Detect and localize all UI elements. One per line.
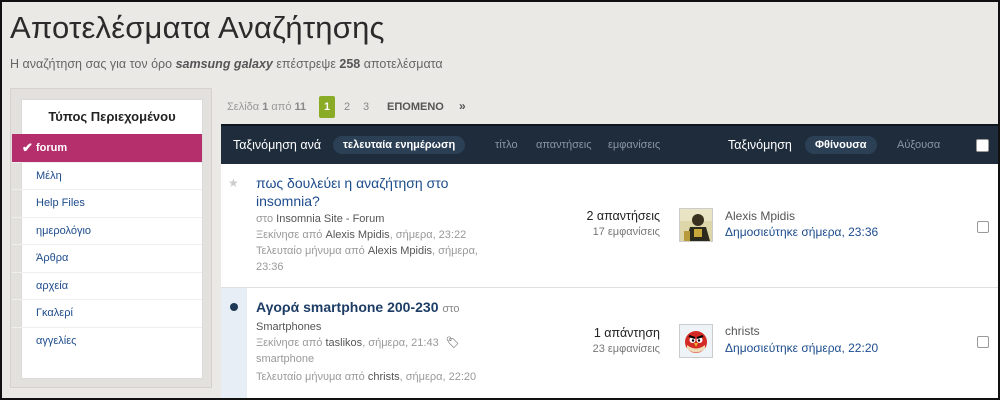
started-prefix: Ξεκίνησε από	[256, 337, 323, 349]
title-in: στο	[442, 303, 460, 315]
content-type-sidebar: Τύπος Περιεχομένου ✔ forum Μέλη Help Fil…	[10, 88, 212, 388]
sidebar-item-help-files[interactable]: Help Files	[12, 189, 202, 217]
topic-row: Αγορά smartphone 200-230 στο Smartphones…	[221, 288, 998, 398]
sidebar-item-label: αρχεία	[36, 279, 69, 292]
last-date-link[interactable]: Δημοσιεύτηκε σήμερα, 22:20	[725, 341, 878, 355]
topic-select-checkbox[interactable]	[977, 336, 989, 348]
select-all-checkbox[interactable]	[976, 139, 989, 152]
result-count: 258	[339, 57, 361, 71]
starter-link[interactable]: Alexis Mpidis	[326, 229, 390, 241]
last-time: , σήμερα,	[432, 245, 478, 257]
sidebar-header: Τύπος Περιεχομένου	[48, 109, 176, 124]
sidebar-item-members[interactable]: Μέλη	[12, 161, 202, 190]
page-1-current[interactable]: 1	[319, 96, 335, 118]
forum-link[interactable]: Smartphones	[256, 321, 321, 333]
started-prefix: Ξεκίνησε από	[256, 229, 323, 241]
sidebar-item-calendar[interactable]: ημερολόγιο	[12, 216, 202, 245]
page-2-link[interactable]: 2	[344, 101, 350, 113]
topic-select-checkbox[interactable]	[977, 221, 989, 233]
sidebar-item-files[interactable]: αρχεία	[12, 271, 202, 300]
forum-link[interactable]: Insomnia Site - Forum	[276, 213, 384, 225]
sidebar-item-label: Γκαλερί	[36, 307, 73, 319]
page-3-link[interactable]: 3	[363, 101, 369, 113]
order-label: Ταξινόμηση	[728, 138, 792, 152]
last-poster-link[interactable]: Alexis Mpidis	[368, 245, 432, 257]
order-descending[interactable]: Φθίνουσα	[805, 136, 877, 154]
reply-count: 1 απάντηση	[593, 326, 660, 340]
user-avatar-icon[interactable]	[679, 208, 713, 242]
topic-title-link[interactable]: Αγορά smartphone 200-230	[256, 299, 438, 315]
topic-started: Ξεκίνησε από taslikos, σήμερα, 21:43 🏷	[256, 336, 460, 350]
topic-title-link[interactable]: πως δουλεύει η αναζήτηση στο insomnia?	[256, 174, 496, 210]
page-info-total: 11	[294, 101, 307, 113]
summary-suffix: αποτελέσματα	[363, 57, 443, 71]
sort-last-update[interactable]: τελευταία ενημέρωση	[333, 136, 466, 154]
topic-started: Ξεκίνησε από Alexis Mpidis, σήμερα, 23:2…	[256, 228, 466, 242]
order-ascending[interactable]: Αύξουσα	[897, 139, 940, 151]
topic-list: ★ πως δουλεύει η αναζήτηση στο insomnia?…	[221, 164, 998, 398]
sidebar-item-label: ημερολόγιο	[36, 224, 92, 237]
topic-gutter: ★	[221, 164, 247, 287]
topic-last-post: Τελευταίο μήνυμα από Alexis Mpidis, σήμε…	[256, 244, 478, 258]
sidebar-item-label: forum	[36, 142, 68, 154]
content-type-box: Τύπος Περιεχομένου ✔ forum Μέλη Help Fil…	[12, 99, 203, 379]
unread-dot-icon[interactable]	[230, 303, 238, 311]
star-icon[interactable]: ★	[228, 176, 239, 190]
topic-forum: Smartphones	[256, 320, 321, 334]
page-info-current: 1	[262, 101, 269, 113]
last-prefix: Τελευταίο μήνυμα από	[256, 245, 365, 257]
sidebar-item-forum[interactable]: ✔ forum	[12, 134, 202, 162]
tag-icon: 🏷	[445, 337, 460, 349]
topic-title-wrap: Αγορά smartphone 200-230 στο	[256, 298, 496, 318]
topic-stats: 2 απαντήσεις 17 εμφανίσεις	[586, 209, 660, 238]
next-page-link[interactable]: ΕΠΟΜΕΝΟ	[387, 101, 444, 113]
sidebar-item-label: Άρθρα	[36, 252, 69, 264]
started-time: , σήμερα, 23:22	[389, 229, 467, 241]
last-user-link[interactable]: Alexis Mpidis	[725, 209, 795, 223]
sidebar-item-label: Help Files	[36, 197, 85, 209]
sort-replies[interactable]: απαντήσεις	[536, 139, 592, 151]
page-info-prefix: Σελίδα	[227, 101, 260, 113]
reply-count: 2 απαντήσεις	[586, 209, 660, 223]
last-page-link[interactable]: »	[459, 99, 466, 113]
view-count: 23 εμφανίσεις	[592, 343, 660, 355]
sidebar-item-label: Μέλη	[36, 169, 62, 182]
sort-bar: Ταξινόμηση ανά τελευταία ενημέρωση τίτλο…	[221, 124, 998, 166]
starter-link[interactable]: taslikos	[326, 337, 363, 349]
angry-bird-avatar-icon[interactable]	[679, 324, 713, 358]
forum-prefix: στο	[256, 213, 274, 225]
search-results-page: Αποτελέσματα Αναζήτησης Η αναζήτηση σας …	[0, 0, 1000, 400]
topic-forum: στο Insomnia Site - Forum	[256, 212, 384, 226]
last-poster-link[interactable]: christs	[368, 371, 400, 383]
view-count: 17 εμφανίσεις	[592, 226, 660, 238]
search-summary: Η αναζήτηση σας για τον όρο samsung gala…	[10, 57, 443, 71]
sort-by-label: Ταξινόμηση ανά	[233, 138, 322, 152]
page-info: Σελίδα 1 από 11	[227, 101, 306, 113]
started-time: , σήμερα, 21:43	[362, 337, 439, 349]
page-title: Αποτελέσματα Αναζήτησης	[10, 10, 385, 45]
topic-last-post: Τελευταίο μήνυμα από christs, σήμερα, 22…	[256, 370, 476, 384]
sidebar-item-label: αγγελίες	[36, 334, 77, 347]
sidebar-item-classifieds[interactable]: αγγελίες	[12, 326, 202, 355]
topic-stats: 1 απάντηση 23 εμφανίσεις	[593, 326, 660, 355]
sort-title[interactable]: τίτλο	[495, 139, 518, 151]
content-type-list: ✔ forum Μέλη Help Files ημερολόγιο Άρθρα…	[12, 134, 202, 354]
checkmark-icon: ✔	[22, 140, 33, 155]
sidebar-item-articles[interactable]: Άρθρα	[12, 244, 202, 272]
search-term: samsung galaxy	[175, 57, 273, 71]
last-date-link[interactable]: Δημοσιεύτηκε σήμερα, 23:36	[725, 225, 878, 239]
topic-row: ★ πως δουλεύει η αναζήτηση στο insomnia?…	[221, 164, 998, 288]
summary-prefix: Η αναζήτηση σας για τον όρο	[10, 57, 173, 71]
page-info-of: από	[271, 101, 292, 113]
last-user-link[interactable]: christs	[725, 324, 760, 338]
topic-tag[interactable]: smartphone	[256, 352, 314, 366]
last-time-wrap: 23:36	[256, 261, 284, 273]
sidebar-item-gallery[interactable]: Γκαλερί	[12, 299, 202, 327]
last-prefix: Τελευταίο μήνυμα από	[256, 371, 365, 383]
sort-views[interactable]: εμφανίσεις	[608, 139, 660, 151]
last-time: , σήμερα, 22:20	[399, 371, 477, 383]
topic-gutter	[221, 288, 247, 398]
summary-mid: επέστρεψε	[276, 57, 336, 71]
